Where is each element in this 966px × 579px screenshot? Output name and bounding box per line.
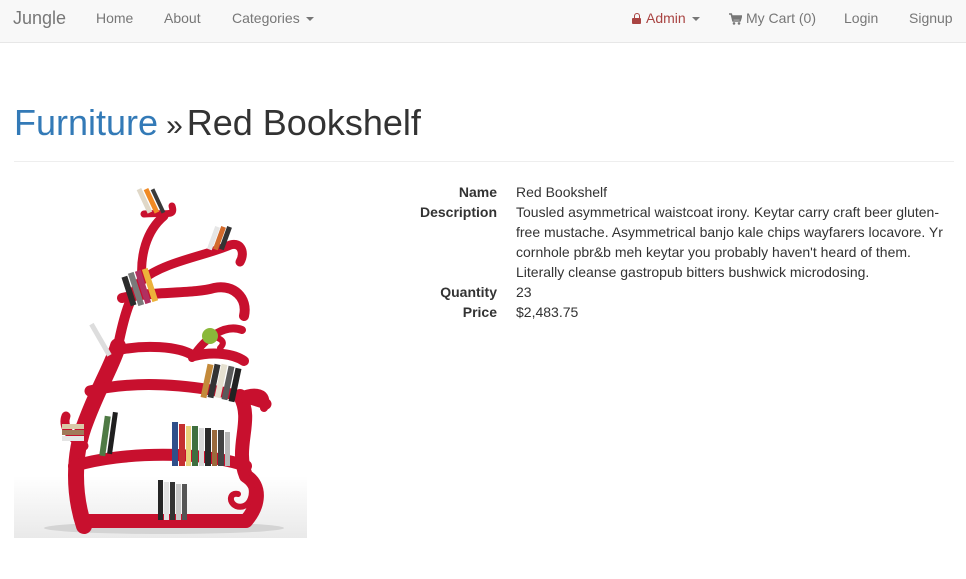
quantity-label: Quantity [440,284,497,300]
brand-link[interactable]: Jungle [13,0,66,36]
detail-row-quantity: Quantity 23 [400,282,956,302]
navbar: Jungle Home About Categories Admin My Ca… [0,0,966,43]
chevron-down-icon [691,17,700,22]
nav-categories-dropdown[interactable]: Categories [232,0,314,36]
shopping-cart-icon [729,13,742,25]
nav-admin-dropdown[interactable]: Admin [632,0,700,36]
nav-cart-link[interactable]: My Cart (0) [729,0,816,36]
nav-home-link[interactable]: Home [96,0,133,36]
description-label: Description [419,204,497,220]
page-header: Furniture» Red Bookshelf [14,100,954,162]
breadcrumb-product-name: Red Bookshelf [186,102,421,143]
nav-signup-link[interactable]: Signup [909,0,953,36]
price-value: $2,483.75 [516,304,579,320]
description-value: Tousled asymmetrical waistcoat irony. Ke… [516,204,943,280]
chevron-down-icon [305,17,314,22]
page-title: Furniture» Red Bookshelf [14,100,954,149]
lock-icon [632,13,641,24]
nav-login-link[interactable]: Login [844,0,878,36]
nav-admin-label: Admin [646,10,686,26]
detail-row-price: Price $2,483.75 [400,302,956,322]
nav-about-link[interactable]: About [164,0,201,36]
detail-row-name: Name Red Bookshelf [400,182,956,202]
breadcrumb-category-link[interactable]: Furniture [14,102,158,143]
product-image [14,187,307,538]
price-label: Price [462,304,497,320]
nav-categories-label: Categories [232,10,300,26]
quantity-value: 23 [516,284,532,300]
breadcrumb-separator: » [166,109,183,142]
name-label: Name [458,184,497,200]
detail-row-description: Description Tousled asymmetrical waistco… [400,202,956,282]
nav-cart-label: My Cart (0) [746,10,816,26]
product-details: Name Red Bookshelf Description Tousled a… [400,182,956,322]
name-value: Red Bookshelf [516,184,608,200]
